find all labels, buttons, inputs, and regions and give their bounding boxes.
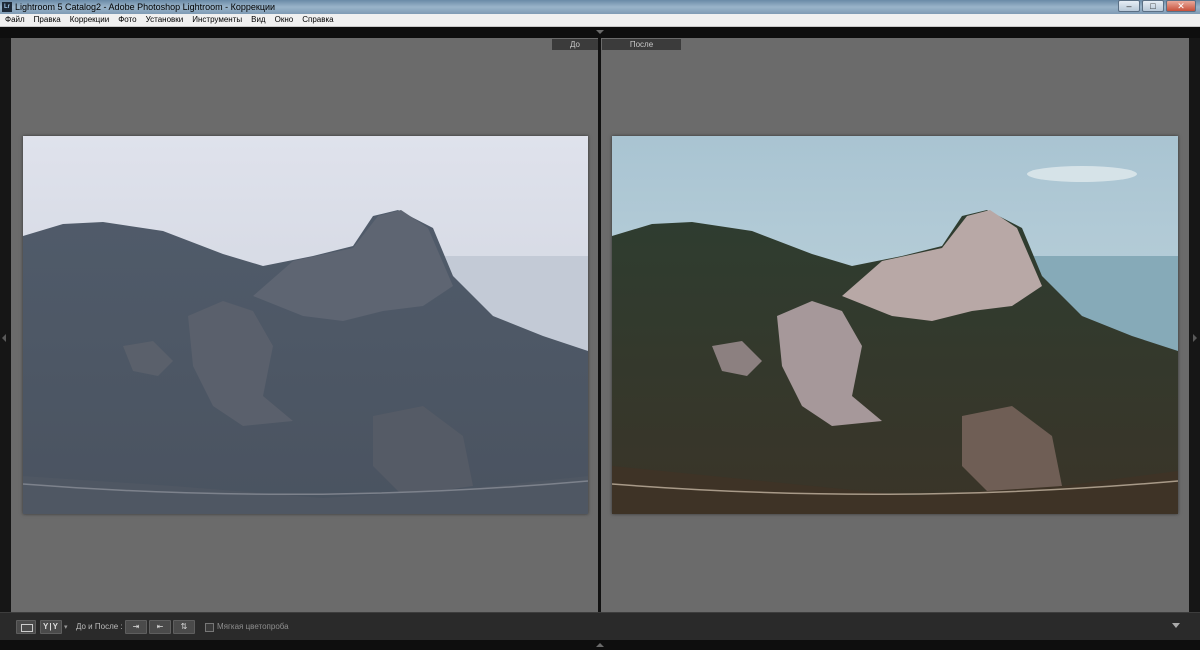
menu-window[interactable]: Окно xyxy=(270,14,298,26)
menu-bar: Файл Правка Коррекции Фото Установки Инс… xyxy=(0,14,1200,27)
top-panel-toggle-icon[interactable] xyxy=(596,30,604,34)
after-photo-image xyxy=(612,136,1178,514)
menu-view[interactable]: Вид xyxy=(246,14,269,26)
copy-after-to-before-button[interactable]: ⇤ xyxy=(149,620,171,634)
menu-develop[interactable]: Коррекции xyxy=(65,14,113,26)
before-photo-image xyxy=(23,136,588,514)
left-panel-strip[interactable] xyxy=(0,38,11,612)
right-panel-toggle-icon[interactable] xyxy=(1193,334,1197,342)
window-controls: – □ ✕ xyxy=(1118,0,1196,14)
soft-proofing-label: Мягкая цветопроба xyxy=(217,622,289,631)
after-photo[interactable] xyxy=(612,136,1178,514)
before-after-label: До и После : xyxy=(76,622,123,631)
soft-proofing-checkbox[interactable] xyxy=(205,623,214,632)
maximize-button[interactable]: □ xyxy=(1142,0,1164,12)
swap-before-after-button[interactable]: ⇅ xyxy=(173,620,195,634)
copy-before-to-after-button[interactable]: ⇥ xyxy=(125,620,147,634)
menu-edit[interactable]: Правка xyxy=(29,14,65,26)
bottom-toolbar: Y|Y ▾ До и После : ⇥ ⇤ ⇅ Мягкая цветопро… xyxy=(0,612,1200,640)
window-title: Lightroom 5 Catalog2 - Adobe Photoshop L… xyxy=(15,2,276,12)
loupe-view-button[interactable] xyxy=(16,620,36,634)
bottom-panel-toggle-icon[interactable] xyxy=(596,643,604,647)
menu-help[interactable]: Справка xyxy=(297,14,337,26)
before-photo[interactable] xyxy=(23,136,588,514)
view-mode-dropdown-icon[interactable]: ▾ xyxy=(64,623,68,631)
copy-after-to-before-icon: ⇤ xyxy=(156,622,164,631)
minimize-button[interactable]: – xyxy=(1118,0,1140,12)
right-panel-strip[interactable] xyxy=(1189,38,1200,612)
menu-tools[interactable]: Инструменты xyxy=(187,14,246,26)
copy-before-to-after-icon: ⇥ xyxy=(132,622,140,631)
chevron-down-icon[interactable] xyxy=(1172,623,1180,628)
loupe-view-icon xyxy=(21,624,33,632)
close-button[interactable]: ✕ xyxy=(1166,0,1196,12)
before-after-view-button[interactable]: Y|Y xyxy=(40,620,62,634)
lightroom-app-icon: Lr xyxy=(2,2,12,12)
menu-file[interactable]: Файл xyxy=(0,14,29,26)
title-bar: Lr Lightroom 5 Catalog2 - Adobe Photosho… xyxy=(0,0,1200,14)
swap-before-after-icon: ⇅ xyxy=(180,622,188,631)
after-label: После xyxy=(602,39,681,50)
before-label: До xyxy=(552,39,598,50)
left-panel-toggle-icon[interactable] xyxy=(2,334,6,342)
menu-settings[interactable]: Установки xyxy=(141,14,188,26)
menu-photo[interactable]: Фото xyxy=(113,14,140,26)
